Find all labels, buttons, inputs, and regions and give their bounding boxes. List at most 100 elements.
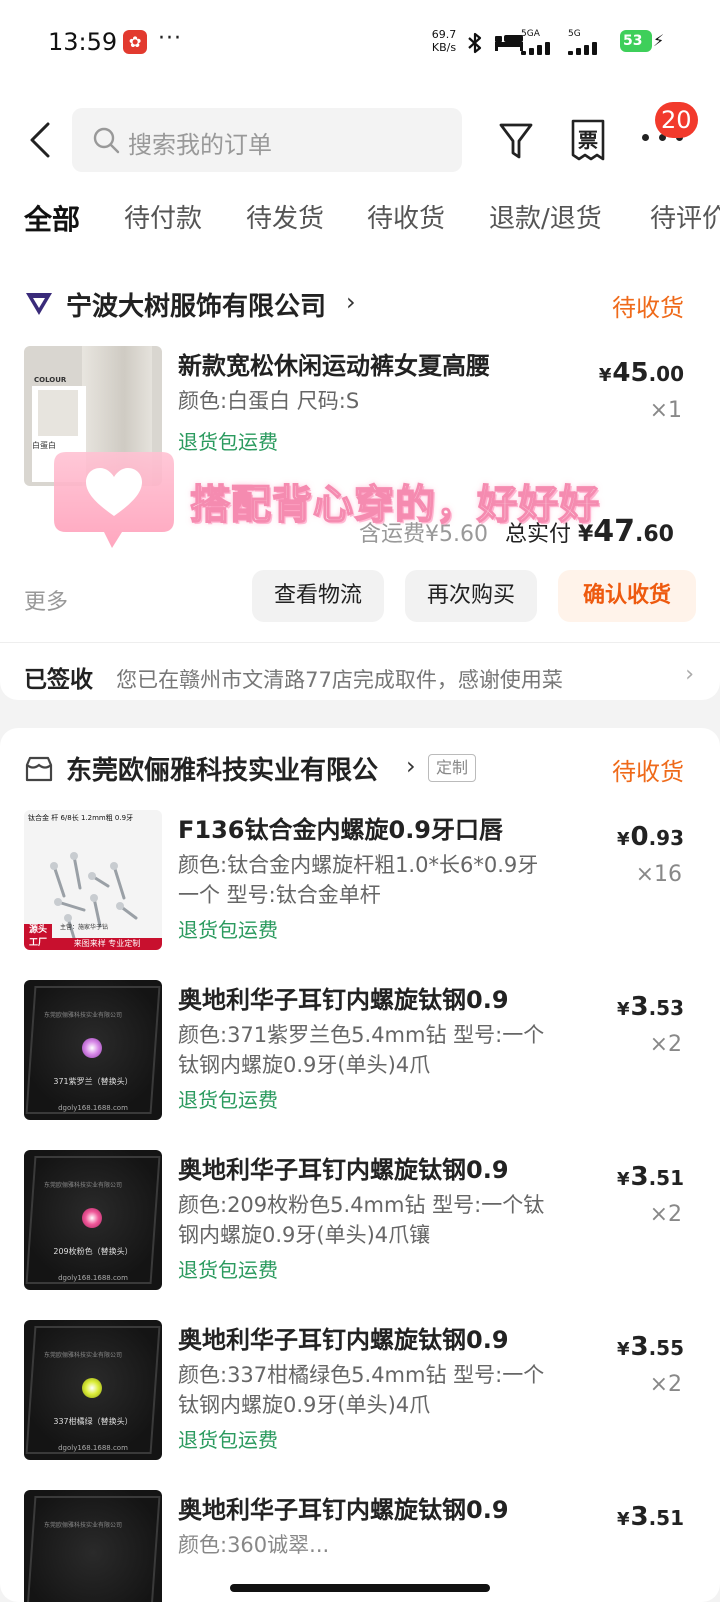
logistics-status-label: 已签收 (24, 667, 93, 693)
item-quantity: ×1 (649, 398, 682, 423)
product-thumbnail: 东莞欧俪雅科技实业有限公司 209枚粉色（替换头） dgoly168.1688.… (24, 1150, 162, 1290)
battery-icon: 53 (620, 30, 652, 52)
net-speed-value: 69.7 (431, 28, 457, 41)
chevron-right-icon: › (685, 662, 694, 687)
divider (0, 642, 720, 643)
signal-sim2-icon: 5G (568, 29, 597, 55)
shop-icon (25, 756, 53, 782)
thumb-site: dgoly168.1688.com (58, 1104, 128, 1112)
tab-pending-receipt[interactable]: 待收货 (367, 198, 445, 235)
more-actions-link[interactable]: 更多 (24, 584, 68, 616)
thumb-gem-label: 371紫罗兰（替换头） (53, 1077, 133, 1086)
thumb-site: dgoly168.1688.com (58, 1444, 128, 1452)
net-speed: 69.7 KB/s (428, 28, 460, 54)
view-logistics-button[interactable]: 查看物流 (252, 570, 384, 622)
buy-again-button[interactable]: 再次购买 (405, 570, 537, 622)
thumb-gem-label: 337柑橘绿（替换头） (53, 1417, 133, 1426)
message-count-badge: 20 (655, 102, 698, 138)
overlay-caption: 搭配背心穿的，好好好 (189, 481, 600, 529)
order-item[interactable]: 东莞欧俪雅科技实业有限公司 209枚粉色（替换头） dgoly168.1688.… (24, 1150, 696, 1290)
return-shipping-tag: 退货包运费 (178, 1428, 278, 1452)
confirm-receipt-button[interactable]: 确认收货 (558, 570, 696, 622)
logistics-status-row[interactable]: 已签收 您已在赣州市文清路77店完成取件，感谢使用菜 › (24, 660, 696, 700)
order-card: 东莞欧俪雅科技实业有限公 › 定制 待收货 钛合金 杆 6/8长 1.2mm粗 … (0, 728, 720, 1602)
item-title: 新款宽松休闲运动裤女夏高腰 (178, 352, 490, 380)
item-price: ¥3.55 (617, 1332, 684, 1362)
thumb-badge-line2: 工厂 (28, 938, 47, 948)
price-integer: 0 (630, 822, 649, 852)
tab-pending-shipment[interactable]: 待发货 (246, 198, 324, 235)
total-decimal: .60 (635, 522, 674, 547)
thumb-header: 钛合金 杆 6/8长 1.2mm粗 0.9牙 (28, 814, 134, 822)
item-quantity: ×2 (649, 1372, 682, 1397)
chevron-right-icon: › (346, 288, 356, 316)
tmall-store-icon (26, 293, 52, 315)
currency-symbol: ¥ (616, 829, 630, 850)
order-item[interactable]: 东莞欧俪雅科技实业有限公司 337柑橘绿（替换头） dgoly168.1688.… (24, 1320, 696, 1460)
item-title: 奥地利华子耳钉内螺旋钛钢0.9 (178, 986, 509, 1014)
custom-tag: 定制 (428, 754, 477, 782)
search-icon (93, 127, 120, 154)
return-shipping-tag: 退货包运费 (178, 918, 278, 942)
price-integer: 3 (630, 1162, 649, 1192)
thumb-company: 东莞欧俪雅科技实业有限公司 (44, 1522, 123, 1529)
thumb-note: 主营：施家华子钻 (60, 924, 109, 931)
net-speed-unit: KB/s (431, 41, 457, 54)
item-quantity: ×16 (635, 862, 682, 887)
price-decimal: .51 (648, 1166, 684, 1190)
item-quantity: ×2 (649, 1032, 682, 1057)
tab-pending-review[interactable]: 待评价 (650, 198, 720, 235)
tab-refund-return[interactable]: 退款/退货 (489, 198, 602, 235)
price-decimal: .00 (648, 362, 684, 386)
gem-icon (82, 1038, 102, 1058)
item-price: ¥3.51 (617, 1502, 684, 1532)
price-integer: 3 (630, 1332, 649, 1362)
gem-icon (82, 1208, 102, 1228)
sim2-label: 5G (568, 29, 581, 39)
item-price: ¥3.53 (617, 992, 684, 1022)
order-status: 待收货 (612, 758, 684, 786)
invoice-button[interactable]: 票 (570, 118, 606, 162)
item-title: 奥地利华子耳钉内螺旋钛钢0.9 (178, 1326, 509, 1354)
search-input[interactable]: 搜索我的订单 (72, 108, 462, 172)
price-integer: 3 (630, 1502, 649, 1532)
item-spec: 颜色:钛合金内螺旋杆粗1.0*长6*0.9牙一个 型号:钛合金单杆 (178, 853, 539, 907)
filter-icon[interactable] (498, 120, 534, 162)
currency-symbol: ¥ (616, 999, 630, 1020)
price-decimal: .53 (648, 996, 684, 1020)
order-item[interactable]: 东莞欧俪雅科技实业有限公司 371紫罗兰（替换头） dgoly168.1688.… (24, 980, 696, 1120)
currency-symbol: ¥ (616, 1169, 630, 1190)
heart-sticker-icon (54, 452, 174, 548)
home-indicator[interactable] (230, 1584, 490, 1592)
thumb-tag: COLOUR (34, 376, 67, 384)
back-icon[interactable] (26, 120, 56, 160)
store-row[interactable]: 宁波大树服饰有限公司 › (24, 284, 444, 324)
thumb-company: 东莞欧俪雅科技实业有限公司 (44, 1182, 123, 1189)
price-decimal: .55 (648, 1336, 684, 1360)
thumb-gem-label: 209枚粉色（替换头） (53, 1247, 133, 1256)
chevron-right-icon: › (406, 752, 416, 780)
item-title: 奥地利华子耳钉内螺旋钛钢0.9 (178, 1496, 509, 1524)
thumb-company: 东莞欧俪雅科技实业有限公司 (44, 1352, 123, 1359)
item-spec: 颜色:白蛋白 尺码:S (178, 389, 360, 413)
thumb-site: dgoly168.1688.com (58, 1274, 128, 1282)
item-price: ¥45.00 (599, 358, 684, 388)
sim1-label: 5GA (521, 29, 540, 39)
tab-pending-payment[interactable]: 待付款 (124, 198, 202, 235)
tab-all[interactable]: 全部 (24, 198, 80, 238)
store-name: 宁波大树服饰有限公司 (66, 292, 327, 322)
store-row[interactable]: 东莞欧俪雅科技实业有限公 › 定制 (24, 748, 494, 788)
thumb-badge-line1: 源头 (28, 925, 47, 935)
price-integer: 45 (612, 358, 649, 388)
item-quantity: ×2 (649, 1202, 682, 1227)
thumb-footer: 来图来样 专业定制 (52, 938, 162, 950)
order-item[interactable]: 钛合金 杆 6/8长 1.2mm粗 0.9牙 主营：施家华子钻 源头 工厂 来图… (24, 810, 696, 950)
logistics-status-text: 您已在赣州市文清路77店完成取件，感谢使用菜 (116, 668, 563, 692)
thumb-badge: 源头 工厂 (24, 924, 52, 950)
item-spec: 颜色:360诚翠... (178, 1533, 330, 1557)
store-name: 东莞欧俪雅科技实业有限公 (66, 756, 379, 786)
sleep-mode-icon (495, 35, 523, 51)
item-price: ¥3.51 (617, 1162, 684, 1192)
item-spec: 颜色:209枚粉色5.4mm钻 型号:一个钛钢内螺旋0.9牙(单头)4爪镶 (178, 1193, 545, 1247)
status-bar: 13:59 ✿ ··· 69.7 KB/s 5GA 5G 53 ⚡ (0, 0, 720, 86)
